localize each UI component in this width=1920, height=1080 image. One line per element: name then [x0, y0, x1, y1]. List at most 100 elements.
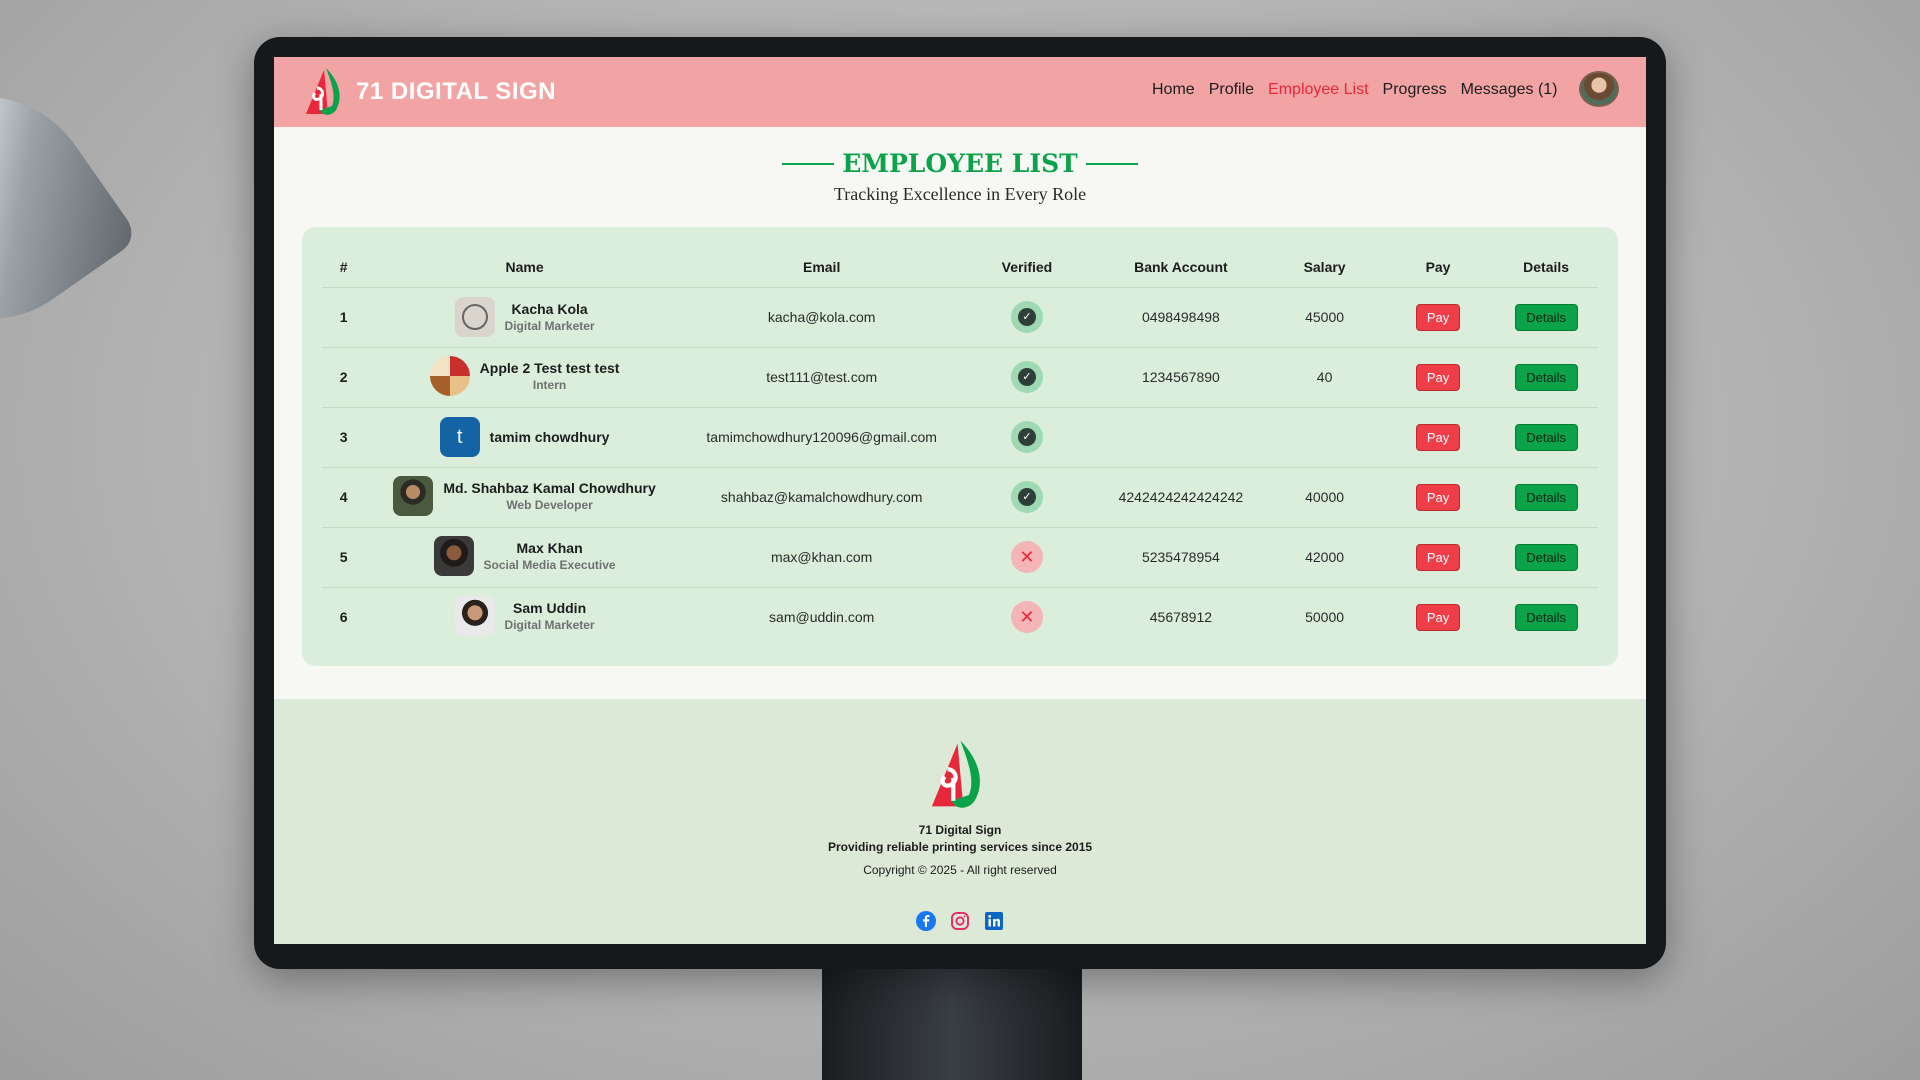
- row-index: 3: [322, 407, 366, 468]
- bank-account-cell: 4242424242424242: [1094, 467, 1268, 528]
- header-salary: Salary: [1267, 247, 1382, 288]
- details-button[interactable]: Details: [1514, 363, 1578, 391]
- name-cell: Max Khan Social Media Executive: [365, 527, 684, 588]
- verified-cell: ✓: [959, 467, 1095, 528]
- header-details: Details: [1494, 247, 1598, 288]
- email-cell: sam@uddin.com: [769, 609, 875, 626]
- email-cell: max@khan.com: [683, 527, 960, 588]
- brand-name: 71 DIGITAL SIGN: [356, 78, 556, 105]
- employee-role: Social Media Executive: [483, 557, 616, 572]
- pay-cell: Pay: [1381, 527, 1495, 588]
- monitor-screen: 71 DIGITAL SIGN Home Profile Employee Li…: [274, 57, 1646, 944]
- nav-link-home[interactable]: Home: [1152, 81, 1195, 99]
- pay-button[interactable]: Pay: [1416, 363, 1461, 391]
- monitor-stand: [822, 960, 1082, 1080]
- table-row: 2 Apple 2 Test test test Intern test111@…: [322, 347, 1598, 408]
- salary-cell: 50000: [1305, 609, 1345, 626]
- details-button[interactable]: Details: [1514, 483, 1578, 511]
- pay-cell: Pay: [1381, 287, 1495, 348]
- header-verified: Verified: [959, 247, 1095, 288]
- header-email: Email: [683, 247, 960, 288]
- email-cell: tamimchowdhury120096@gmail.com: [683, 407, 960, 468]
- verified-cell: ✕: [959, 587, 1094, 647]
- employee-name: tamim chowdhury: [489, 429, 610, 445]
- employee-name: Kacha Kola: [511, 301, 588, 317]
- nav-link-messages[interactable]: Messages (1): [1461, 81, 1558, 99]
- pay-cell: Pay: [1382, 587, 1494, 647]
- footer-tagline: Providing reliable printing services sin…: [827, 840, 1093, 854]
- details-cell: Details: [1494, 527, 1598, 588]
- row-index: 6: [339, 609, 348, 626]
- verified-cell: ✓: [959, 407, 1095, 468]
- employee-name: Sam Uddin: [513, 599, 587, 616]
- desk-lamp: [0, 53, 141, 362]
- not-verified-x-icon: ✕: [1010, 541, 1043, 573]
- footer-logo-icon: [931, 740, 980, 808]
- header-pay: Pay: [1381, 247, 1495, 288]
- details-button[interactable]: Details: [1514, 423, 1578, 451]
- page-heading: EMPLOYEE LIST Tracking Excellence in Eve…: [274, 149, 1646, 205]
- details-button[interactable]: Details: [1514, 543, 1578, 571]
- email-cell: kacha@kola.com: [683, 287, 960, 348]
- nav-link-progress[interactable]: Progress: [1383, 81, 1447, 99]
- page-title: EMPLOYEE LIST: [842, 149, 1078, 178]
- employee-avatar: [429, 355, 470, 396]
- facebook-icon[interactable]: [916, 911, 936, 931]
- user-avatar[interactable]: [1579, 71, 1619, 107]
- row-index: 5: [322, 527, 366, 588]
- table-row: 1 Kacha Kola Digital Marketer kacha@kola…: [322, 287, 1598, 348]
- employee-role: Digital Marketer: [504, 617, 595, 632]
- name-cell: Apple 2 Test test test Intern: [365, 347, 684, 408]
- employee-name: Max Khan: [516, 539, 583, 556]
- verified-check-icon: ✓: [1010, 361, 1043, 393]
- brand[interactable]: 71 DIGITAL SIGN: [304, 66, 556, 118]
- bank-account-cell: [1094, 407, 1268, 468]
- header-bank-account: Bank Account: [1094, 247, 1268, 288]
- navbar: 71 DIGITAL SIGN Home Profile Employee Li…: [274, 57, 1646, 127]
- employee-avatar: t: [439, 417, 480, 457]
- heading-rule-left: [782, 162, 835, 165]
- verified-check-icon: ✓: [1010, 421, 1043, 453]
- not-verified-x-icon: ✕: [1010, 601, 1043, 634]
- salary-cell: 45000: [1267, 287, 1382, 348]
- verified-check-icon: ✓: [1010, 481, 1043, 513]
- employee-name: Apple 2 Test test test: [479, 359, 620, 376]
- table-row: 3 t tamim chowdhury tamimchowdhury120096…: [322, 407, 1598, 468]
- bank-account-cell: 1234567890: [1094, 347, 1268, 408]
- verified-cell: ✕: [959, 527, 1095, 588]
- table-row: 4 Md. Shahbaz Kamal Chowdhury Web Develo…: [322, 467, 1598, 528]
- details-button[interactable]: Details: [1514, 603, 1578, 631]
- employee-role: Intern: [532, 377, 567, 392]
- employee-table-card: # Name Email Verified Bank Account Salar…: [302, 227, 1618, 666]
- salary-cell: 42000: [1267, 527, 1382, 588]
- linkedin-icon[interactable]: [984, 911, 1004, 931]
- email-cell: shahbaz@kamalchowdhury.com: [683, 467, 960, 528]
- employee-role: Web Developer: [506, 497, 593, 512]
- nav-link-employee-list[interactable]: Employee List: [1268, 81, 1369, 99]
- verified-check-icon: ✓: [1010, 301, 1043, 333]
- social-links: [916, 911, 1018, 931]
- heading-rule-right: [1085, 162, 1138, 165]
- employee-role: Digital Marketer: [504, 319, 595, 333]
- details-button[interactable]: Details: [1514, 303, 1578, 331]
- employee-avatar: [393, 475, 434, 516]
- pay-button[interactable]: Pay: [1416, 483, 1461, 511]
- employee-name: Md. Shahbaz Kamal Chowdhury: [443, 479, 656, 496]
- table-header-row: # Name Email Verified Bank Account Salar…: [322, 247, 1598, 288]
- verified-cell: ✓: [959, 347, 1095, 408]
- verified-cell: ✓: [959, 287, 1095, 348]
- pay-button[interactable]: Pay: [1416, 603, 1461, 631]
- name-cell: Md. Shahbaz Kamal Chowdhury Web Develope…: [365, 467, 684, 528]
- footer-copyright: Copyright © 2025 - All right reserved: [863, 863, 1057, 877]
- pay-button[interactable]: Pay: [1416, 303, 1461, 331]
- pay-button[interactable]: Pay: [1416, 543, 1461, 571]
- pay-button[interactable]: Pay: [1416, 423, 1461, 451]
- footer: 71 Digital Sign Providing reliable print…: [274, 699, 1646, 944]
- name-cell: Kacha Kola Digital Marketer: [365, 287, 684, 348]
- bank-account-cell: 0498498498: [1094, 287, 1268, 348]
- nav-link-profile[interactable]: Profile: [1209, 81, 1254, 99]
- bank-account-cell: 5235478954: [1094, 527, 1268, 588]
- header-name: Name: [365, 247, 684, 288]
- nav-links: Home Profile Employee List Progress Mess…: [1152, 81, 1572, 99]
- instagram-icon[interactable]: [950, 911, 970, 931]
